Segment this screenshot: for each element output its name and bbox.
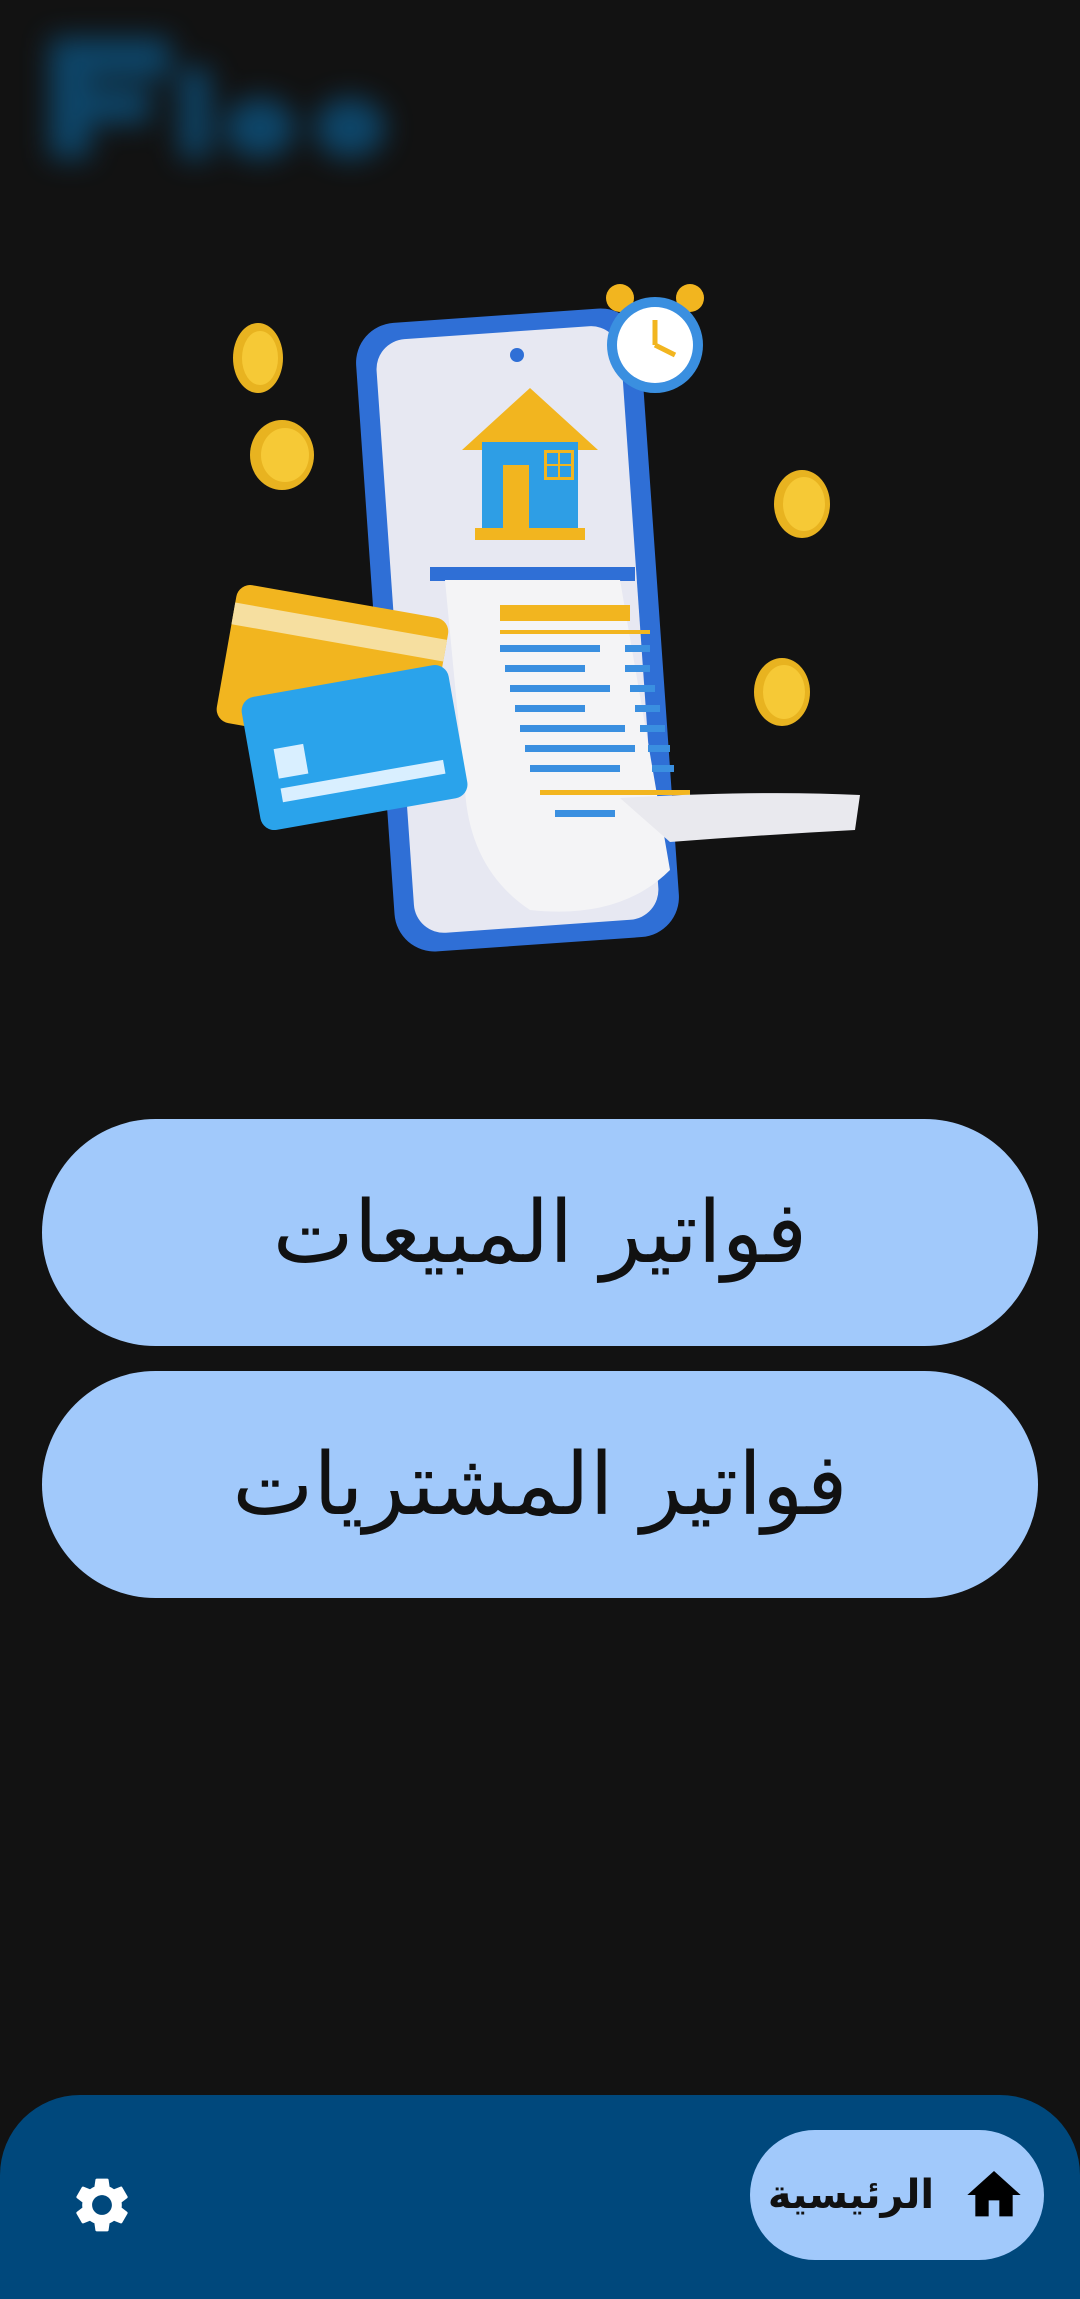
home-nav-button[interactable]: الرئيسية [750, 2130, 1044, 2260]
app-logo [50, 38, 385, 158]
coin-icon [233, 323, 283, 393]
purchase-invoices-label: فواتير المشتريات [232, 1434, 848, 1535]
home-nav-label: الرئيسية [767, 2172, 935, 2218]
top-bar [0, 0, 1080, 190]
sales-invoices-label: فواتير المبيعات [272, 1182, 808, 1283]
credit-card-icon [216, 585, 468, 831]
home-icon [967, 2171, 1021, 2217]
alarm-clock-icon [606, 284, 704, 393]
invoice-illustration [216, 284, 860, 952]
coin-icon [774, 470, 830, 538]
purchase-invoices-button[interactable]: فواتير المشتريات [42, 1371, 1038, 1598]
receipt-slot [430, 567, 635, 581]
bottom-navigation-bar: الرئيسية [0, 2095, 1080, 2299]
settings-gear-icon [76, 2178, 128, 2232]
settings-button[interactable] [60, 2163, 144, 2247]
coin-icon [250, 420, 314, 490]
sales-invoices-button[interactable]: فواتير المبيعات [42, 1119, 1038, 1346]
coin-icon [754, 658, 810, 726]
